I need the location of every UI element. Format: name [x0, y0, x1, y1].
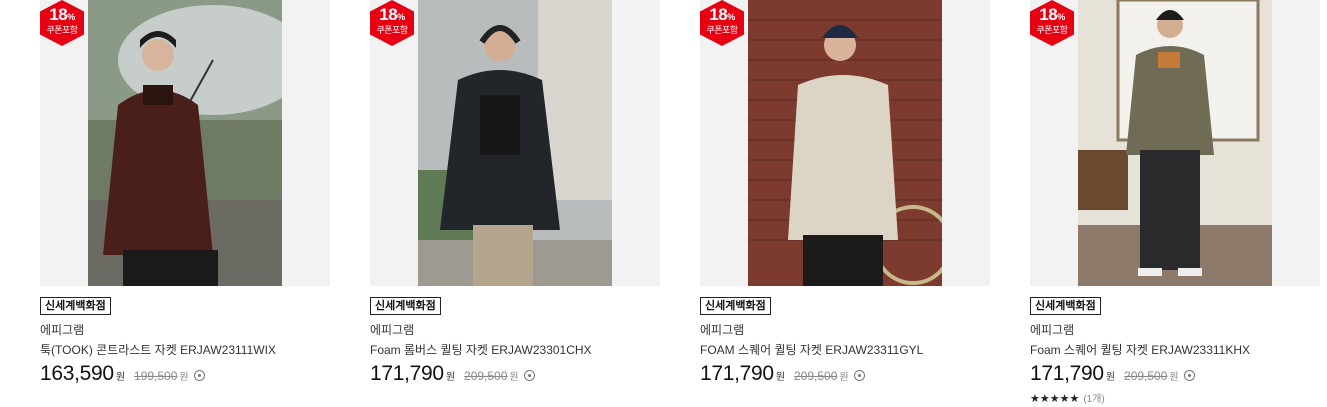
- store-badge: 신세계백화점: [40, 297, 111, 315]
- coupon-label: 쿠폰포함: [706, 25, 738, 35]
- sale-price: 171,790: [1030, 362, 1104, 385]
- price-row: 171,790 원 209,500 원: [1030, 362, 1195, 390]
- store-badge: 신세계백화점: [370, 297, 441, 315]
- original-price-unit: 원: [179, 372, 189, 383]
- price-row: 171,790 원 209,500 원: [700, 362, 865, 390]
- original-price-unit: 원: [509, 372, 519, 383]
- product-photo: [748, 0, 942, 286]
- product-photo: [88, 0, 282, 286]
- original-price: 209,500: [1124, 369, 1168, 383]
- coupon-percent: 18%: [709, 5, 735, 24]
- star-rating-icon: ★★★★★: [1030, 393, 1080, 405]
- product-card[interactable]: 18% 쿠폰포함 신세계백화점 에피그램 툭(TOOK) 콘트라스트 자켓 ER…: [40, 0, 330, 385]
- price-info-icon[interactable]: [193, 370, 205, 381]
- coupon-percent: 18%: [379, 5, 405, 24]
- coupon-badge: 18% 쿠폰포함: [40, 0, 84, 46]
- brand-name[interactable]: 에피그램: [370, 321, 414, 338]
- coupon-label: 쿠폰포함: [46, 25, 78, 35]
- store-badge: 신세계백화점: [1030, 297, 1101, 315]
- brand-name[interactable]: 에피그램: [40, 321, 84, 338]
- original-price: 209,500: [794, 369, 838, 383]
- price-unit: 원: [445, 372, 456, 383]
- price-info-icon[interactable]: [853, 370, 865, 381]
- product-grid: 18% 쿠폰포함 신세계백화점 에피그램 툭(TOOK) 콘트라스트 자켓 ER…: [0, 0, 1327, 407]
- product-image-link[interactable]: 18% 쿠폰포함: [1030, 0, 1320, 286]
- rating: ★★★★★ (1개): [1030, 390, 1105, 405]
- original-price: 209,500: [464, 369, 508, 383]
- coupon-badge: 18% 쿠폰포함: [370, 0, 414, 46]
- price-unit: 원: [1105, 372, 1116, 383]
- coupon-percent: 18%: [49, 5, 75, 24]
- sale-price: 171,790: [700, 362, 774, 385]
- coupon-badge: 18% 쿠폰포함: [1030, 0, 1074, 46]
- product-name[interactable]: 툭(TOOK) 콘트라스트 자켓 ERJAW23111WIX: [40, 341, 276, 358]
- product-photo: [1078, 0, 1272, 286]
- product-name[interactable]: Foam 스퀘어 퀼팅 자켓 ERJAW23311KHX: [1030, 341, 1250, 358]
- price-info-icon[interactable]: [1183, 370, 1195, 381]
- price-row: 163,590 원 199,500 원: [40, 362, 205, 390]
- brand-name[interactable]: 에피그램: [700, 321, 744, 338]
- product-photo: [418, 0, 612, 286]
- original-price-unit: 원: [1169, 372, 1179, 383]
- coupon-label: 쿠폰포함: [376, 25, 408, 35]
- price-unit: 원: [115, 372, 126, 383]
- coupon-label: 쿠폰포함: [1036, 25, 1068, 35]
- brand-name[interactable]: 에피그램: [1030, 321, 1074, 338]
- product-card[interactable]: 18% 쿠폰포함 신세계백화점 에피그램 Foam 롬버스 퀼팅 자켓 ERJA…: [370, 0, 660, 385]
- original-price: 199,500: [134, 369, 178, 383]
- product-image-link[interactable]: 18% 쿠폰포함: [700, 0, 990, 286]
- sale-price: 163,590: [40, 362, 114, 385]
- original-price-unit: 원: [839, 372, 849, 383]
- product-name[interactable]: Foam 롬버스 퀼팅 자켓 ERJAW23301CHX: [370, 341, 592, 358]
- review-count[interactable]: (1개): [1083, 394, 1104, 405]
- price-row: 171,790 원 209,500 원: [370, 362, 535, 390]
- sale-price: 171,790: [370, 362, 444, 385]
- coupon-badge: 18% 쿠폰포함: [700, 0, 744, 46]
- coupon-percent: 18%: [1039, 5, 1065, 24]
- product-image-link[interactable]: 18% 쿠폰포함: [40, 0, 330, 286]
- product-name[interactable]: FOAM 스퀘어 퀼팅 자켓 ERJAW23311GYL: [700, 341, 923, 358]
- price-unit: 원: [775, 372, 786, 383]
- product-card[interactable]: 18% 쿠폰포함 신세계백화점 에피그램 FOAM 스퀘어 퀼팅 자켓 ERJA…: [700, 0, 990, 385]
- price-info-icon[interactable]: [523, 370, 535, 381]
- product-image-link[interactable]: 18% 쿠폰포함: [370, 0, 660, 286]
- store-badge: 신세계백화점: [700, 297, 771, 315]
- product-card[interactable]: 18% 쿠폰포함 신세계백화점 에피그램 Foam 스퀘어 퀼팅 자켓 ERJA…: [1030, 0, 1320, 405]
